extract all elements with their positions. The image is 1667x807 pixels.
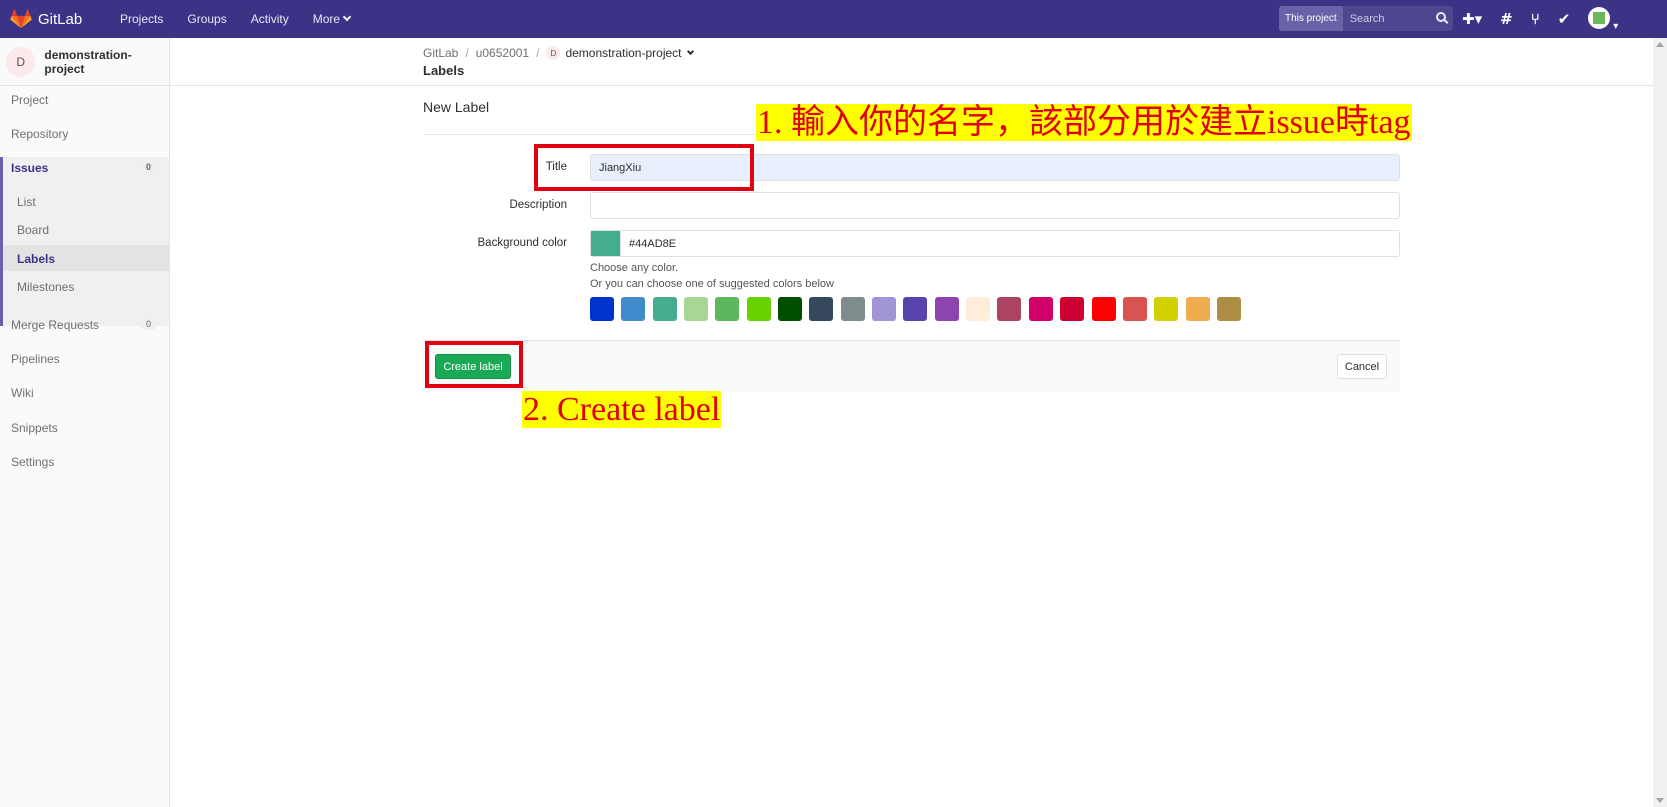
sidebar-item-list[interactable]: List	[0, 195, 169, 209]
breadcrumb-root[interactable]: GitLab	[423, 46, 458, 60]
suggested-color-swatches	[590, 297, 1248, 321]
sidebar-item-snippets[interactable]: Snippets	[0, 421, 169, 435]
color-swatch[interactable]	[934, 297, 959, 321]
nav-more[interactable]: More	[301, 12, 362, 26]
scroll-down-icon[interactable]	[1656, 798, 1664, 803]
breadcrumb-separator: /	[536, 46, 540, 60]
merge-request-icon[interactable]: ⑂	[1531, 10, 1540, 28]
nav-more-label: More	[312, 12, 341, 26]
sidebar-item-wiki[interactable]: Wiki	[0, 386, 169, 400]
hash-icon[interactable]: #	[1500, 10, 1513, 28]
chevron-down-icon[interactable]	[686, 47, 694, 55]
issues-count-badge: 0	[139, 161, 157, 173]
chevron-down-icon: ▾	[1613, 20, 1619, 32]
color-swatch[interactable]	[778, 297, 803, 321]
sidebar-item-issues[interactable]: Issues 0	[0, 161, 169, 175]
sidebar-item-project[interactable]: Project	[0, 93, 169, 107]
breadcrumb-project-avatar: D	[546, 46, 561, 60]
color-swatch[interactable]	[590, 297, 614, 321]
search-box	[1342, 6, 1453, 31]
project-name: demonstration-project	[44, 47, 132, 76]
form-actions	[423, 340, 1400, 392]
vertical-scrollbar[interactable]	[1653, 38, 1667, 807]
sidebar-item-label: Issues	[11, 161, 49, 175]
cancel-button[interactable]: Cancel	[1337, 354, 1387, 379]
color-hex-input[interactable]	[621, 231, 1399, 256]
sidebar-issues-section	[0, 157, 169, 326]
color-swatch[interactable]	[840, 297, 865, 321]
color-swatch[interactable]	[997, 297, 1022, 321]
color-help-text: Choose any color.	[590, 262, 679, 274]
chevron-down-icon	[342, 12, 352, 22]
sidebar-item-repository[interactable]: Repository	[0, 127, 169, 141]
breadcrumb-separator: /	[465, 46, 469, 60]
header-divider	[170, 85, 1653, 86]
plus-dropdown-icon[interactable]: ✚▾	[1462, 10, 1482, 28]
sidebar-item-board[interactable]: Board	[0, 223, 169, 237]
color-swatch[interactable]	[1185, 297, 1210, 321]
brand-name: GitLab	[38, 10, 83, 28]
nav-projects[interactable]: Projects	[108, 12, 175, 26]
background-color-label: Background color	[477, 237, 568, 249]
top-navbar: GitLab Projects Groups Activity More Thi…	[0, 0, 1667, 38]
user-menu[interactable]: ▾	[1588, 6, 1636, 32]
top-nav: Projects Groups Activity More	[108, 12, 362, 26]
color-swatch[interactable]	[1122, 297, 1147, 321]
nav-activity[interactable]: Activity	[239, 12, 301, 26]
breadcrumb-user[interactable]: u0652001	[476, 46, 529, 60]
color-swatch[interactable]	[652, 297, 677, 321]
breadcrumb-project[interactable]: demonstration-project	[565, 46, 681, 60]
form-heading: New Label	[423, 99, 490, 115]
color-swatch[interactable]	[903, 297, 928, 321]
color-swatch[interactable]	[684, 297, 709, 321]
top-icons: ✚▾ # ⑂ ✔ ▾	[1462, 0, 1636, 38]
color-swatch[interactable]	[809, 297, 834, 321]
brand[interactable]: GitLab	[0, 9, 100, 29]
color-swatch[interactable]	[746, 297, 771, 321]
search-icon[interactable]	[1435, 12, 1446, 22]
search-bar: This project	[1279, 6, 1453, 31]
description-label: Description	[509, 199, 567, 211]
color-swatch[interactable]	[1028, 297, 1053, 321]
color-swatch[interactable]	[715, 297, 740, 321]
user-avatar	[1588, 6, 1611, 29]
color-swatch[interactable]	[1216, 297, 1241, 321]
todo-check-icon[interactable]: ✔	[1558, 10, 1571, 28]
search-scope-button[interactable]: This project	[1279, 6, 1343, 31]
project-avatar: D	[6, 46, 36, 77]
sidebar-item-label: Merge Requests	[11, 318, 100, 332]
sidebar-item-labels[interactable]: Labels	[0, 252, 169, 266]
color-swatch[interactable]	[872, 297, 897, 321]
nav-groups[interactable]: Groups	[175, 12, 238, 26]
scroll-up-icon[interactable]	[1656, 42, 1664, 47]
sidebar-item-settings[interactable]: Settings	[0, 455, 169, 469]
step1-annotation: 1. 輸入你的名字，該部分用於建立issue時tag	[756, 104, 1412, 142]
sidebar-item-milestones[interactable]: Milestones	[0, 280, 169, 294]
sidebar-item-merge-requests[interactable]: Merge Requests 0	[0, 318, 169, 332]
color-swatch[interactable]	[1060, 297, 1085, 321]
color-preview[interactable]	[591, 231, 621, 256]
gitlab-logo-icon	[10, 9, 32, 29]
sidebar-project-header[interactable]: D demonstration-project	[0, 38, 169, 86]
title-highlight-box	[534, 144, 754, 191]
create-button-highlight-box	[425, 341, 523, 388]
page-title: Labels	[423, 63, 465, 78]
breadcrumb: GitLab / u0652001 / D demonstration-proj…	[423, 46, 694, 60]
color-swatch[interactable]	[1091, 297, 1116, 321]
merge-requests-count-badge: 0	[139, 318, 157, 330]
description-field[interactable]	[590, 192, 1400, 219]
color-swatch[interactable]	[621, 297, 646, 321]
sidebar-item-pipelines[interactable]: Pipelines	[0, 352, 169, 366]
color-swatch[interactable]	[1154, 297, 1179, 321]
color-swatch[interactable]	[966, 297, 991, 321]
background-color-picker	[590, 230, 1400, 257]
sidebar: D demonstration-project Project Reposito…	[0, 38, 170, 807]
suggested-colors-help-text: Or you can choose one of suggested color…	[590, 278, 834, 290]
step2-annotation: 2. Create label	[522, 391, 722, 429]
